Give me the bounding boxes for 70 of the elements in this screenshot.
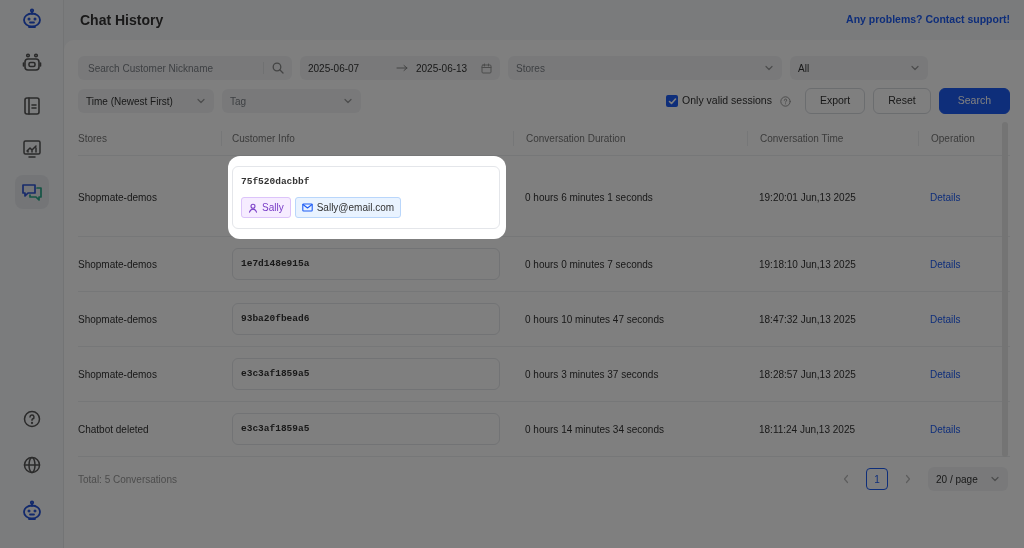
table-cell-text: Shopmate-demos <box>78 257 158 272</box>
support-link[interactable]: Any problems? Contact support! <box>846 12 1010 28</box>
table-cell-text: 18:11:24 Jun,13 2025 <box>759 422 856 437</box>
document-icon <box>21 96 42 116</box>
table-cell-text: 0 hours 10 minutes 47 seconds <box>525 312 665 327</box>
help-icon <box>22 410 41 428</box>
search-button[interactable]: Search <box>938 88 1010 114</box>
table-cell-text: 18:47:32 Jun,13 2025 <box>759 312 857 327</box>
customer-id: e3c3af1859a5 <box>241 366 311 381</box>
details-link[interactable]: Details <box>930 192 961 204</box>
details-link[interactable]: Details <box>930 313 961 325</box>
column-header: Operation <box>931 133 975 144</box>
chart-board-icon <box>21 139 42 159</box>
details-link[interactable]: Details <box>930 258 961 270</box>
name-tag: Sally <box>241 197 291 219</box>
column-header: Conversation Duration <box>526 133 626 144</box>
table-cell-text: 19:20:01 Jun,13 2025 <box>759 191 857 206</box>
help-icon[interactable] <box>779 95 791 107</box>
arrow-icon <box>396 64 408 72</box>
table-cell-text: Shopmate-demos <box>78 191 158 206</box>
details-link[interactable]: Details <box>930 423 961 435</box>
email-tag: Sally@email.com <box>294 197 402 219</box>
status-select[interactable]: All <box>790 56 928 80</box>
action-button[interactable]: Reset <box>873 88 931 114</box>
chevron-icon <box>910 63 920 73</box>
robot-logo-icon <box>20 500 43 522</box>
search-field[interactable]: Search Customer Nickname <box>78 56 292 80</box>
checkbox-label: Only valid sessions <box>682 93 772 109</box>
table-cell-text: 19:18:10 Jun,13 2025 <box>759 257 857 272</box>
chevron-icon <box>990 474 1000 484</box>
customer-id: e3c3af1859a5 <box>241 421 311 436</box>
date-range-field[interactable]: 2025-06-07 2025-06-13 <box>300 56 500 80</box>
customer-id: 1e7d148e915a <box>241 256 311 271</box>
checkbox[interactable] <box>666 95 679 107</box>
action-button[interactable]: Export <box>804 88 866 114</box>
chevron-icon <box>196 96 206 106</box>
date-to-text: 2025-06-13 <box>416 61 468 76</box>
robot-logo-icon <box>20 8 43 30</box>
table-cell-text: 0 hours 3 minutes 37 seconds <box>525 367 660 382</box>
page-button[interactable]: 1 <box>866 468 888 490</box>
next-page-icon[interactable] <box>904 474 912 484</box>
page-size-select[interactable]: 20 / page <box>928 467 1008 491</box>
sidebar-item[interactable] <box>14 175 49 209</box>
customer-id: 93ba20fbead6 <box>241 311 311 326</box>
sort-select[interactable]: Time (Newest First) <box>78 89 214 113</box>
chat-icon <box>20 182 43 202</box>
table-cell-text: 0 hours 0 minutes 7 seconds <box>525 257 654 272</box>
mail-icon <box>301 203 313 213</box>
column-header: Conversation Time <box>760 133 844 144</box>
globe-icon <box>22 456 41 474</box>
robot-icon <box>21 53 42 73</box>
column-header: Stores <box>78 133 107 144</box>
details-link[interactable]: Details <box>930 368 961 380</box>
search-icon <box>272 62 284 74</box>
previous-page-icon[interactable] <box>842 474 850 484</box>
date-from-text: 2025-06-07 <box>308 61 361 76</box>
table-cell-text: 0 hours 6 minutes 1 seconds <box>525 191 654 206</box>
page-title: Chat History <box>80 11 164 29</box>
table-cell-text: Shopmate-demos <box>78 312 158 327</box>
stores-select[interactable]: Stores <box>508 56 782 80</box>
table-cell-text: Chatbot deleted <box>78 422 150 437</box>
table-cell-text: 0 hours 14 minutes 34 seconds <box>525 422 665 437</box>
chevron-icon <box>764 63 774 73</box>
table-cell-text: 18:28:57 Jun,13 2025 <box>759 367 857 382</box>
calendar-icon <box>481 62 492 74</box>
table-cell-text: Shopmate-demos <box>78 367 158 382</box>
column-header: Customer Info <box>232 133 295 144</box>
chevron-icon <box>343 96 353 106</box>
person-icon <box>248 202 258 213</box>
customer-id: 75f520dacbbf <box>241 175 311 189</box>
